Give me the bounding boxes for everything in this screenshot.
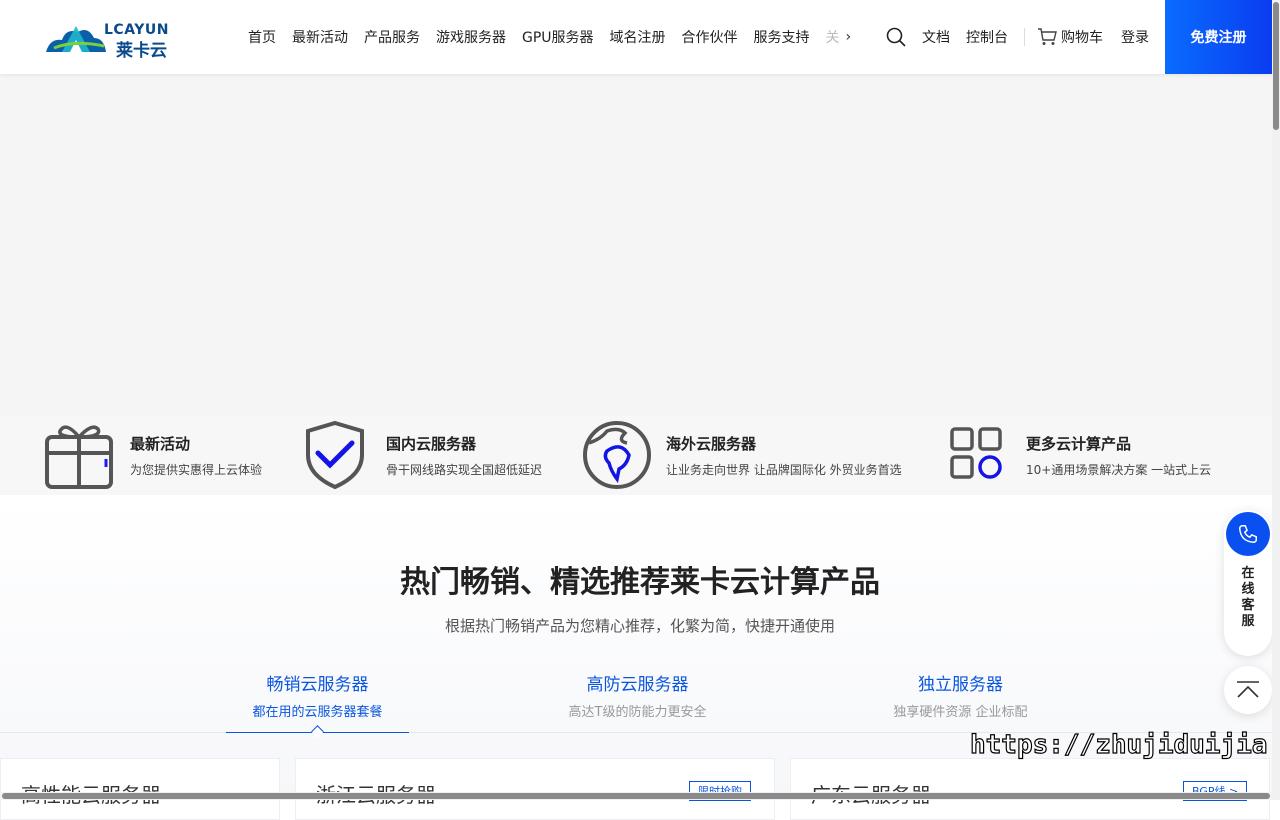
tab-label: 独立服务器 <box>918 675 1003 695</box>
tab-dedicated-servers[interactable]: 独立服务器 独享硬件资源 企业标配 <box>869 670 1052 720</box>
feature-domestic-servers[interactable]: 国内云服务器 骨干网线路实现全国超低延迟 <box>304 415 564 495</box>
tab-label: 高防云服务器 <box>586 675 689 695</box>
feature-activities[interactable]: 最新活动 为您提供实惠得上云体验 <box>44 415 284 495</box>
feature-strip: 最新活动 为您提供实惠得上云体验 国内云服务器 骨干网线路实现全国超低延迟 海外… <box>0 415 1272 495</box>
vertical-scrollbar[interactable] <box>1272 0 1280 800</box>
nav-item-home[interactable]: 首页 <box>248 27 276 47</box>
section-title: 热门畅销、精选推荐莱卡云计算产品 <box>400 565 880 600</box>
feature-title: 更多云计算产品 <box>1026 435 1132 453</box>
active-tab-caret-icon <box>311 725 324 738</box>
service-label-text: 在线客服 <box>1241 566 1255 629</box>
site-header: LCAYUN 莱卡云 首页 最新活动 产品服务 游戏服务器 GPU服务器 域名注… <box>0 0 1280 74</box>
logo-text-cn: 莱卡云 <box>116 41 167 61</box>
tab-desc: 高达T级的防能力更安全 <box>568 705 707 720</box>
tab-popular-servers[interactable]: 畅销云服务器 都在用的云服务器套餐 <box>226 670 409 720</box>
cart-icon <box>1038 28 1057 45</box>
search-icon[interactable] <box>886 27 906 47</box>
logo[interactable]: LCAYUN 莱卡云 <box>44 20 184 61</box>
shield-check-icon <box>306 420 364 490</box>
arrow-up-icon <box>1237 681 1259 698</box>
globe-icon <box>583 421 651 489</box>
nav-item-domains[interactable]: 域名注册 <box>610 27 666 47</box>
horizontal-scrollbar[interactable] <box>0 792 1272 800</box>
login-link[interactable]: 登录 <box>1121 27 1149 47</box>
feature-desc: 骨干网线路实现全国超低延迟 <box>386 463 543 477</box>
feature-desc: 10+通用场景解决方案 一站式上云 <box>1026 463 1212 477</box>
header-tools: 文档 控制台 购物车 登录 <box>886 0 1149 74</box>
feature-overseas-servers[interactable]: 海外云服务器 让业务走向世界 让品牌国际化 外贸业务首选 <box>581 415 921 495</box>
scrollbar-thumb[interactable] <box>2 793 1270 799</box>
product-card[interactable]: 高性能云服务器 <box>0 758 280 820</box>
feature-title: 最新活动 <box>130 435 191 453</box>
nav-item-support[interactable]: 服务支持 <box>754 27 810 47</box>
nav-item-game-servers[interactable]: 游戏服务器 <box>436 27 506 47</box>
tab-desc: 都在用的云服务器套餐 <box>252 705 383 720</box>
nav-item-activities[interactable]: 最新活动 <box>292 27 348 47</box>
feature-more-products[interactable]: 更多云计算产品 10+通用场景解决方案 一站式上云 <box>950 415 1230 495</box>
product-card[interactable]: 广东云服务器 BGP线 > <box>790 758 1270 820</box>
cart-link[interactable]: 购物车 <box>1037 27 1103 47</box>
nav-item-overflow: 关 <box>825 30 840 46</box>
feature-desc: 让业务走向世界 让品牌国际化 外贸业务首选 <box>666 463 902 477</box>
watermark-text: https://zhujiduijia.com <box>969 729 1280 760</box>
register-button[interactable]: 免费注册 <box>1165 0 1272 74</box>
gift-icon <box>45 425 113 489</box>
scrollbar-thumb[interactable] <box>1273 2 1279 130</box>
tab-ddos-servers[interactable]: 高防云服务器 高达T级的防能力更安全 <box>546 670 729 720</box>
grid-apps-icon <box>950 427 1002 479</box>
nav-item-products[interactable]: 产品服务 <box>364 27 420 47</box>
hero-banner <box>0 74 1272 415</box>
docs-link[interactable]: 文档 <box>922 27 950 47</box>
tab-label: 畅销云服务器 <box>266 675 369 695</box>
service-label: 在线客服 <box>1224 566 1272 630</box>
feature-title: 海外云服务器 <box>666 435 757 453</box>
nav-item-gpu-servers[interactable]: GPU服务器 <box>522 27 594 47</box>
nav-next-arrow-icon[interactable]: › <box>846 29 852 45</box>
feature-title: 国内云服务器 <box>386 435 477 453</box>
product-card[interactable]: 浙江云服务器 限时抢购 <box>295 758 775 820</box>
divider <box>1024 28 1025 46</box>
section-subtitle: 根据热门畅销产品为您精心推荐，化繁为简，快捷开通使用 <box>444 617 835 635</box>
nav-item-partners[interactable]: 合作伙伴 <box>682 27 738 47</box>
back-to-top-button[interactable] <box>1224 666 1272 714</box>
main-nav: 首页 最新活动 产品服务 游戏服务器 GPU服务器 域名注册 合作伙伴 服务支持… <box>248 0 851 74</box>
phone-icon <box>1226 512 1270 556</box>
console-link[interactable]: 控制台 <box>966 27 1008 47</box>
feature-desc: 为您提供实惠得上云体验 <box>130 463 263 477</box>
online-service-widget[interactable]: 在线客服 <box>1224 510 1272 656</box>
cart-label: 购物车 <box>1061 30 1103 46</box>
tab-desc: 独享硬件资源 企业标配 <box>893 705 1028 720</box>
